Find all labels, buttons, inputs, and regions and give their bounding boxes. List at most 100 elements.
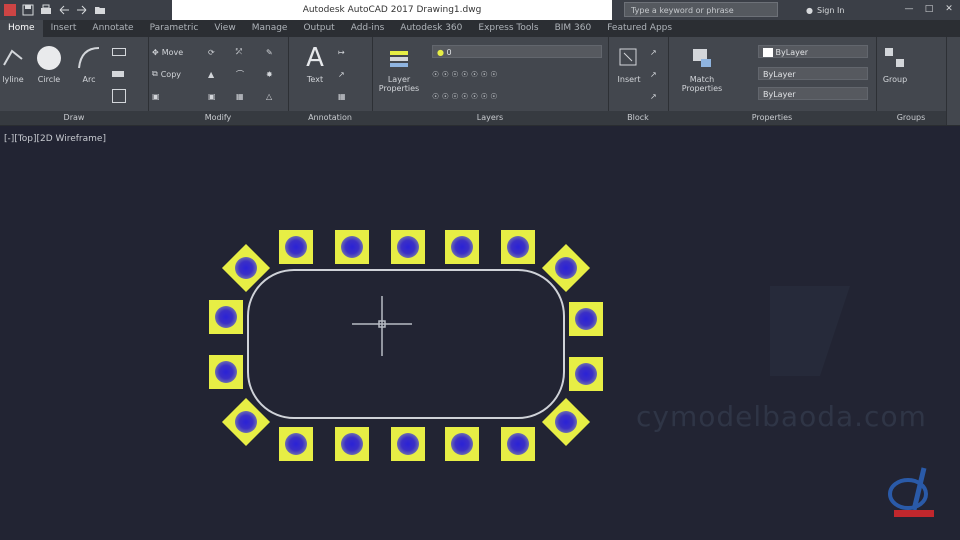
title-bar: Autodesk AutoCAD 2017 Drawing1.dwg Type … bbox=[0, 0, 960, 20]
pad-symbol[interactable] bbox=[445, 427, 479, 461]
open-icon[interactable] bbox=[92, 2, 108, 18]
tab-output[interactable]: Output bbox=[295, 20, 342, 37]
watermark-shape bbox=[770, 286, 850, 376]
linetype-dropdown[interactable]: ByLayer bbox=[758, 67, 868, 80]
group-button[interactable]: Group bbox=[874, 43, 916, 84]
tab-insert[interactable]: Insert bbox=[43, 20, 85, 37]
stretch-button[interactable]: ▣ bbox=[152, 89, 160, 103]
quick-access-toolbar bbox=[2, 2, 108, 18]
layer-tools-row-2[interactable]: ☉ ☉ ☉ ☉ ☉ ☉ ☉ bbox=[432, 89, 497, 103]
pad-symbol[interactable] bbox=[501, 427, 535, 461]
pad-symbol[interactable] bbox=[279, 230, 313, 264]
polyline-icon bbox=[0, 43, 28, 73]
arc-button[interactable]: Arc bbox=[68, 43, 110, 84]
modify-panel-title[interactable]: Modify bbox=[148, 111, 288, 125]
hatch-icon[interactable] bbox=[112, 67, 124, 81]
erase-button[interactable]: ✎ bbox=[266, 45, 273, 59]
edit-block-icon[interactable]: ↗ bbox=[650, 67, 657, 81]
fillet-button[interactable]: ⌒ bbox=[236, 67, 244, 81]
window-title: Autodesk AutoCAD 2017 Drawing1.dwg bbox=[172, 0, 612, 20]
layer-dropdown[interactable]: ● 0 bbox=[432, 45, 602, 58]
mirror-button[interactable]: ▲ bbox=[208, 67, 214, 81]
explode-button[interactable]: ✸ bbox=[266, 67, 273, 81]
region-icon[interactable] bbox=[112, 89, 126, 103]
tab-parametric[interactable]: Parametric bbox=[142, 20, 207, 37]
pad-symbol[interactable] bbox=[569, 357, 603, 391]
tab-add-ins[interactable]: Add-ins bbox=[343, 20, 393, 37]
create-block-icon[interactable]: ↗ bbox=[650, 45, 657, 59]
move-button[interactable]: ✥ Move bbox=[152, 45, 183, 59]
pad-symbol[interactable] bbox=[221, 243, 271, 293]
copy-button[interactable]: ⧉ Copy bbox=[152, 67, 181, 81]
maximize-icon[interactable]: □ bbox=[922, 2, 936, 16]
circle-button[interactable]: Circle bbox=[28, 43, 70, 84]
insert-button[interactable]: Insert bbox=[608, 43, 650, 84]
tab-bim-360[interactable]: BIM 360 bbox=[547, 20, 600, 37]
app-menu-icon[interactable] bbox=[2, 2, 18, 18]
block-attrib-icon[interactable]: ↗ bbox=[650, 89, 657, 103]
pad-symbol[interactable] bbox=[391, 230, 425, 264]
pad-symbol[interactable] bbox=[501, 230, 535, 264]
brand-logo-badge bbox=[894, 510, 934, 517]
color-dropdown[interactable]: ByLayer bbox=[758, 45, 868, 58]
print-icon[interactable] bbox=[38, 2, 54, 18]
groups-panel-title[interactable]: Groups bbox=[876, 111, 946, 125]
draw-panel-title[interactable]: Draw bbox=[0, 111, 148, 125]
rounded-rectangle[interactable] bbox=[247, 269, 565, 419]
layer-properties-icon bbox=[384, 43, 414, 73]
minimize-icon[interactable]: — bbox=[902, 2, 916, 16]
offset-button[interactable]: △ bbox=[266, 89, 272, 103]
pad-symbol[interactable] bbox=[279, 427, 313, 461]
pad-symbol[interactable] bbox=[569, 302, 603, 336]
tab-manage[interactable]: Manage bbox=[244, 20, 296, 37]
redo-icon[interactable] bbox=[74, 2, 90, 18]
table-icon[interactable]: ▦ bbox=[338, 89, 346, 103]
pad-symbol[interactable] bbox=[445, 230, 479, 264]
pad-symbol[interactable] bbox=[335, 230, 369, 264]
block-panel: Insert ↗ ↗ ↗ Block bbox=[608, 37, 669, 125]
pad-symbol[interactable] bbox=[391, 427, 425, 461]
layers-panel-title[interactable]: Layers bbox=[372, 111, 608, 125]
pad-dot bbox=[341, 433, 363, 455]
tab-annotate[interactable]: Annotate bbox=[84, 20, 141, 37]
rectangle-icon[interactable] bbox=[112, 45, 126, 59]
leader-icon[interactable]: ↗ bbox=[338, 67, 345, 81]
text-button[interactable]: A Text bbox=[294, 43, 336, 84]
tab-home[interactable]: Home bbox=[0, 20, 43, 37]
layer-properties-button[interactable]: Layer Properties bbox=[374, 43, 424, 93]
properties-panel-title[interactable]: Properties bbox=[668, 111, 876, 125]
layer-tools-row-1[interactable]: ☉ ☉ ☉ ☉ ☉ ☉ ☉ bbox=[432, 67, 497, 81]
annotation-panel-title[interactable]: Annotation bbox=[288, 111, 372, 125]
pad-symbol[interactable] bbox=[335, 427, 369, 461]
pad-dot bbox=[451, 433, 473, 455]
save-icon[interactable] bbox=[20, 2, 36, 18]
pad-dot bbox=[451, 236, 473, 258]
pad-symbol[interactable] bbox=[541, 243, 591, 293]
undo-icon[interactable] bbox=[56, 2, 72, 18]
tab-express-tools[interactable]: Express Tools bbox=[470, 20, 546, 37]
tab-view[interactable]: View bbox=[206, 20, 243, 37]
search-input[interactable]: Type a keyword or phrase bbox=[624, 2, 778, 17]
close-icon[interactable]: ✕ bbox=[942, 2, 956, 16]
pad-symbol[interactable] bbox=[209, 355, 243, 389]
drawing-area[interactable] bbox=[0, 126, 960, 540]
dimension-icon[interactable]: ↦ bbox=[338, 45, 345, 59]
match-properties-button[interactable]: Match Properties bbox=[676, 43, 728, 93]
rotate-button[interactable]: ⟳ bbox=[208, 45, 215, 59]
insert-icon bbox=[614, 43, 644, 73]
array-button[interactable]: ▦ bbox=[236, 89, 244, 103]
sign-in-button[interactable]: ● Sign In bbox=[806, 2, 844, 18]
tab-featured-apps[interactable]: Featured Apps bbox=[599, 20, 680, 37]
pad-symbol[interactable] bbox=[209, 300, 243, 334]
scale-button[interactable]: ▣ bbox=[208, 89, 216, 103]
lineweight-dropdown[interactable]: ByLayer bbox=[758, 87, 868, 100]
block-panel-title[interactable]: Block bbox=[608, 111, 668, 125]
group-icon bbox=[880, 43, 910, 73]
color-value: ByLayer bbox=[775, 48, 809, 57]
user-icon: ● bbox=[806, 5, 813, 15]
trim-button[interactable]: ⤱ bbox=[236, 45, 242, 59]
circle-label: Circle bbox=[37, 75, 61, 84]
erase-icon: ✎ bbox=[266, 47, 273, 57]
tab-autodesk-360[interactable]: Autodesk 360 bbox=[392, 20, 470, 37]
stretch-icon: ▣ bbox=[152, 91, 160, 101]
